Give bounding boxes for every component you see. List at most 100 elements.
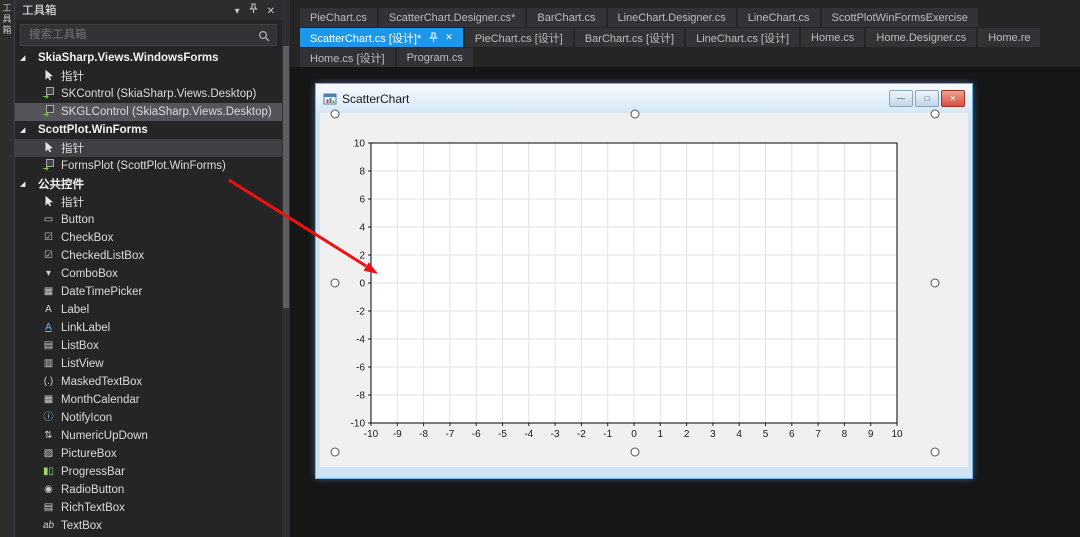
toolbox-category-skiasharp.views.windowsforms[interactable]: ◢SkiaSharp.Views.WindowsForms [15, 49, 282, 67]
toolbox-item-notifyicon[interactable]: ⓘNotifyIcon [15, 409, 282, 427]
toolbox-category-公共控件[interactable]: ◢公共控件 [15, 175, 282, 193]
toolbox-item-maskedtextbox[interactable]: (.)MaskedTextBox [15, 373, 282, 391]
textbox-icon: ab [39, 521, 58, 531]
tab-label: LineChart.cs [748, 12, 810, 24]
tab-scatterchart.cs-设计[interactable]: ScatterChart.cs [设计]*✕ [300, 28, 463, 47]
toolbox-item-label: Label [61, 304, 89, 316]
pin-icon[interactable] [429, 32, 438, 43]
tab-linechart.cs[interactable]: LineChart.cs [738, 8, 820, 27]
selection-handle[interactable] [931, 279, 940, 288]
tab-barchart.cs[interactable]: BarChart.cs [527, 8, 605, 27]
component-icon [39, 104, 58, 120]
toolbox-item-richtextbox[interactable]: ▤RichTextBox [15, 499, 282, 517]
expander-icon[interactable]: ◢ [20, 126, 35, 134]
toolbox-title: 工具箱 [22, 2, 226, 18]
tab-label: ScottPlotWinFormsExercise [832, 12, 968, 24]
svg-text:-6: -6 [356, 363, 365, 374]
selection-handle[interactable] [331, 110, 340, 119]
form-title-bar[interactable]: ScatterChart —□✕ [316, 84, 972, 113]
tab-label: PieChart.cs [310, 12, 367, 24]
toolbox-item-monthcalendar[interactable]: ▦MonthCalendar [15, 391, 282, 409]
window-position-icon[interactable]: ▾ [235, 6, 240, 17]
designed-form-window[interactable]: ScatterChart —□✕ -10-9-8-7-6-5-4-3-2-101… [316, 84, 972, 478]
toolbox-item-指针[interactable]: 指针 [15, 139, 282, 157]
toolbox-item-listview[interactable]: ▥ListView [15, 355, 282, 373]
tab-home.designer.cs[interactable]: Home.Designer.cs [866, 28, 976, 47]
toolbox-item-radiobutton[interactable]: ◉RadioButton [15, 481, 282, 499]
tab-scatterchart.designer.cs[interactable]: ScatterChart.Designer.cs* [379, 8, 526, 27]
svg-text:-7: -7 [445, 429, 454, 440]
toolbox-item-skcontrol-skiasharp.views.desktop[interactable]: SKControl (SkiaSharp.Views.Desktop) [15, 85, 282, 103]
tab-piechart.cs[interactable]: PieChart.cs [300, 8, 377, 27]
toolbox-item-checkbox[interactable]: ☑CheckBox [15, 229, 282, 247]
tab-home.cs[interactable]: Home.cs [801, 28, 864, 47]
toolbox-item-formsplot-scottplot.winforms[interactable]: FormsPlot (ScottPlot.WinForms) [15, 157, 282, 175]
toolbox-item-progressbar[interactable]: ▮▯ProgressBar [15, 463, 282, 481]
tab-label: Program.cs [407, 52, 463, 64]
search-input[interactable] [27, 28, 258, 42]
progressbar-icon: ▮▯ [39, 467, 58, 477]
toolbox-search-box[interactable] [20, 24, 277, 46]
selection-handle[interactable] [331, 448, 340, 457]
toolbox-item-label: 指针 [61, 68, 84, 84]
toolbox-scrollbar[interactable] [282, 0, 290, 537]
toolbox-item-skglcontrol-skiasharp.views.desktop[interactable]: SKGLControl (SkiaSharp.Views.Desktop) [15, 103, 282, 121]
tab-label: Home.re [988, 32, 1030, 44]
close-icon[interactable]: ✕ [445, 32, 453, 43]
toolbox-item-combobox[interactable]: ▾ComboBox [15, 265, 282, 283]
svg-text:-3: -3 [551, 429, 560, 440]
toolbox-item-label: DateTimePicker [61, 286, 142, 298]
tab-program.cs[interactable]: Program.cs [397, 48, 473, 67]
search-icon[interactable] [258, 29, 270, 41]
toolbox-item-label: TextBox [61, 520, 102, 532]
tab-label: PieChart.cs [设计] [475, 30, 563, 46]
toolbox-item-textbox[interactable]: abTextBox [15, 517, 282, 535]
maximize-button[interactable]: □ [915, 90, 939, 107]
pin-icon[interactable] [249, 6, 258, 17]
tab-linechart.cs-设计[interactable]: LineChart.cs [设计] [686, 28, 799, 47]
toolbox-item-linklabel[interactable]: ALinkLabel [15, 319, 282, 337]
toolbox-item-label: RichTextBox [61, 502, 125, 514]
svg-text:-5: -5 [498, 429, 507, 440]
toolbox-item-listbox[interactable]: ▤ListBox [15, 337, 282, 355]
toolbox-item-button[interactable]: ▭Button [15, 211, 282, 229]
expander-icon[interactable]: ◢ [20, 180, 35, 188]
minimize-button[interactable]: — [889, 90, 913, 107]
svg-text:0: 0 [359, 279, 365, 290]
maskedtextbox-icon: (.) [39, 377, 58, 387]
numericupdown-icon: ⇅ [39, 431, 58, 441]
formsplot-control[interactable]: -10-9-8-7-6-5-4-3-2-10123456789101086420… [335, 114, 935, 452]
listbox-icon: ▤ [39, 341, 58, 351]
pointer-icon [39, 195, 58, 210]
selection-handle[interactable] [931, 110, 940, 119]
svg-text:-2: -2 [356, 307, 365, 318]
tab-home.re[interactable]: Home.re [978, 28, 1040, 47]
design-surface[interactable]: ScatterChart —□✕ -10-9-8-7-6-5-4-3-2-101… [290, 67, 1080, 537]
scrollbar-thumb[interactable] [283, 46, 289, 308]
toolbox-category-scottplot.winforms[interactable]: ◢ScottPlot.WinForms [15, 121, 282, 139]
tab-piechart.cs-设计[interactable]: PieChart.cs [设计] [465, 28, 573, 47]
close-button[interactable]: ✕ [941, 90, 965, 107]
toolbox-item-label: RadioButton [61, 484, 124, 496]
toolbox-item-picturebox[interactable]: ▨PictureBox [15, 445, 282, 463]
tab-scottplotwinformsexercise[interactable]: ScottPlotWinFormsExercise [822, 8, 978, 27]
toolbox-item-checkedlistbox[interactable]: ☑CheckedListBox [15, 247, 282, 265]
scatter-plot: -10-9-8-7-6-5-4-3-2-10123456789101086420… [335, 114, 935, 452]
selection-handle[interactable] [931, 448, 940, 457]
toolbox-item-numericupdown[interactable]: ⇅NumericUpDown [15, 427, 282, 445]
selection-handle[interactable] [331, 279, 340, 288]
toolbox-item-指针[interactable]: 指针 [15, 193, 282, 211]
tab-barchart.cs-设计[interactable]: BarChart.cs [设计] [575, 28, 684, 47]
toolbox-item-label[interactable]: ALabel [15, 301, 282, 319]
collapsed-panel-strip[interactable]: 工具箱 [0, 0, 15, 537]
tab-linechart.designer.cs[interactable]: LineChart.Designer.cs [608, 8, 736, 27]
toolbox-item-datetimepicker[interactable]: ▦DateTimePicker [15, 283, 282, 301]
selection-handle[interactable] [631, 110, 640, 119]
expander-icon[interactable]: ◢ [20, 54, 35, 62]
close-icon[interactable]: ✕ [267, 6, 275, 17]
collapsed-panel-label[interactable]: 工具箱 [1, 3, 14, 36]
svg-text:-2: -2 [577, 429, 586, 440]
toolbox-item-指针[interactable]: 指针 [15, 67, 282, 85]
tab-home.cs-设计[interactable]: Home.cs [设计] [300, 48, 395, 67]
selection-handle[interactable] [631, 448, 640, 457]
